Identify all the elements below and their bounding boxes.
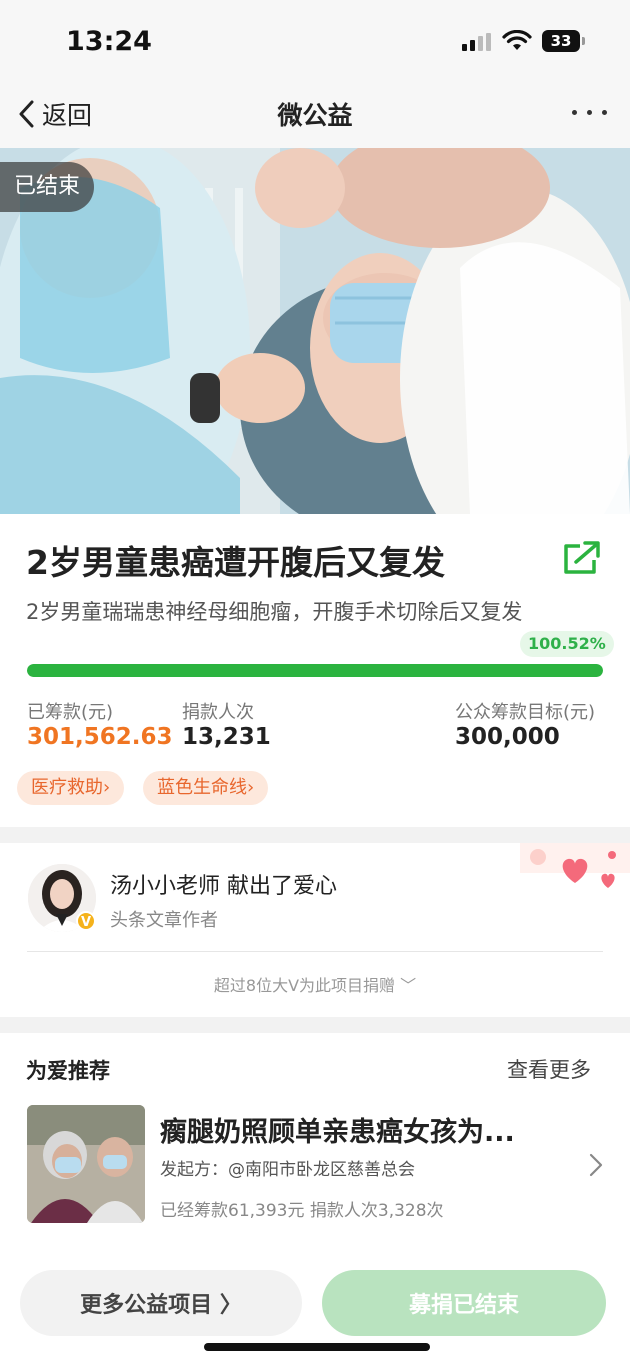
hero-image: [0, 148, 630, 514]
project-title: 2岁男童患癌遭开腹后又复发: [26, 543, 445, 582]
progress-bar: [27, 664, 603, 677]
status-time: 13:24: [66, 26, 152, 57]
hero-photo: [0, 148, 630, 514]
signal-icon: [462, 33, 492, 51]
share-icon[interactable]: [562, 540, 602, 576]
recommend-thumbnail: [27, 1105, 145, 1223]
tag-medical-aid[interactable]: 医疗救助›: [17, 771, 125, 805]
goal-label: 公众筹款目标(元): [455, 702, 596, 723]
recommend-organizer: 发起方：@南阳市卧龙区慈善总会: [160, 1160, 415, 1180]
view-more-link[interactable]: 查看更多: [507, 1054, 591, 1084]
section-divider: [0, 1017, 630, 1033]
raised-label: 已筹款(元): [27, 702, 114, 723]
section-divider: [0, 827, 630, 843]
verified-badge: V: [76, 911, 96, 931]
wifi-icon: [502, 30, 532, 50]
page-title: 微公益: [277, 101, 353, 130]
status-tag: 已结束: [0, 162, 95, 212]
more-dots-icon[interactable]: [568, 98, 612, 128]
goal-value: 300,000: [455, 724, 560, 750]
battery-tip: [582, 37, 585, 45]
donation-ended-button: 募捐已结束: [322, 1270, 606, 1336]
donor-name: 汤小小老师 献出了爱心: [110, 874, 337, 899]
recommend-title: 瘸腿奶照顾单亲患癌女孩为...: [160, 1117, 515, 1148]
more-projects-button[interactable]: 更多公益项目 〉: [20, 1270, 302, 1336]
progress-bar-fill: [27, 664, 603, 677]
donors-label: 捐款人次: [182, 702, 254, 723]
nav-bar: 返回 微公益: [0, 84, 630, 148]
more-donors-toggle[interactable]: 超过8位大V为此项目捐赠 ﹀: [0, 972, 630, 996]
home-indicator[interactable]: [204, 1343, 430, 1351]
recommend-stats: 已经筹款61,393元 捐款人次3,328次: [160, 1201, 444, 1221]
progress-percent-badge: 100.52%: [520, 631, 614, 657]
donor-role: 头条文章作者: [110, 910, 218, 931]
raised-value: 301,562.63: [27, 724, 173, 750]
status-bar: 13:24 33: [0, 0, 630, 84]
project-subtitle: 2岁男童瑞瑞患神经母细胞瘤，开腹手术切除后又复发: [26, 600, 523, 624]
chevron-right-icon: [589, 1153, 603, 1177]
recommend-heading: 为爱推荐: [26, 1059, 110, 1083]
hearts-decoration-icon: [520, 843, 630, 888]
battery-level: 33: [550, 32, 572, 50]
card-divider: [27, 951, 603, 952]
battery-icon: 33: [542, 30, 580, 52]
tag-blue-lifeline[interactable]: 蓝色生命线›: [143, 771, 269, 805]
recommend-thumbnail-image: [27, 1105, 145, 1223]
donors-value: 13,231: [182, 724, 271, 750]
